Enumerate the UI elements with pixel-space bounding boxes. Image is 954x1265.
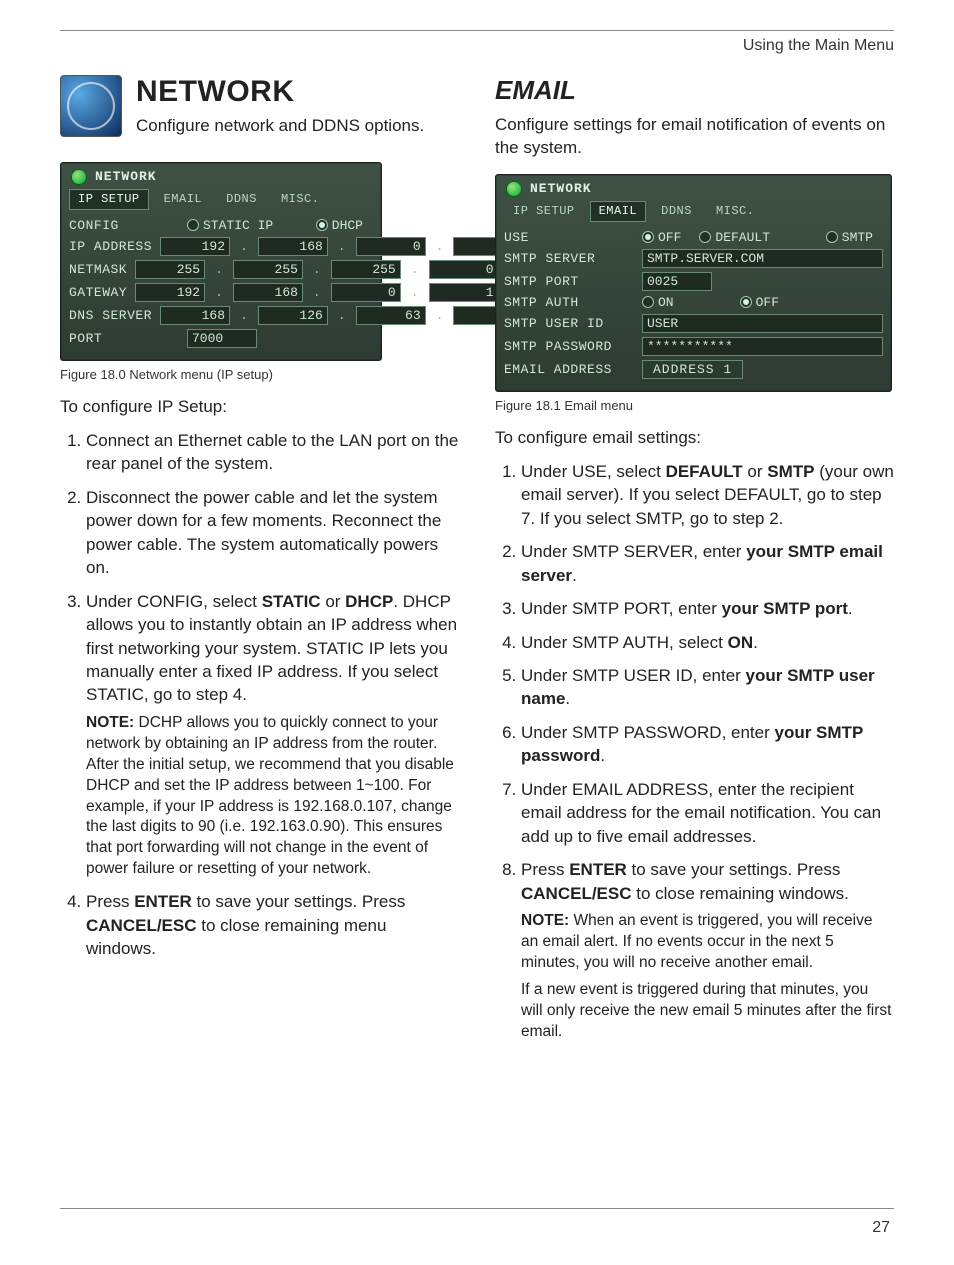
auth-on-radio[interactable]: ON xyxy=(642,295,674,310)
tab-misc[interactable]: MISC. xyxy=(707,201,764,222)
list-item: Connect an Ethernet cable to the LAN por… xyxy=(86,429,459,476)
left-column: NETWORK Configure network and DDNS optio… xyxy=(60,75,459,1053)
ip-octet[interactable]: 168 xyxy=(258,237,328,256)
list-item: Under SMTP USER ID, enter your SMTP user… xyxy=(521,664,894,711)
tab-ddns[interactable]: DDNS xyxy=(217,189,266,210)
list-item: Under SMTP SERVER, enter your SMTP email… xyxy=(521,540,894,587)
tab-email[interactable]: EMAIL xyxy=(155,189,212,210)
use-smtp-radio[interactable]: SMTP xyxy=(826,230,873,245)
list-item: Under USE, select DEFAULT or SMTP (your … xyxy=(521,460,894,530)
right-lead: To configure email settings: xyxy=(495,427,894,450)
list-item: Disconnect the power cable and let the s… xyxy=(86,486,459,580)
netmask-label: NETMASK xyxy=(69,262,127,277)
network-menu-screenshot: NETWORK IP SETUP EMAIL DDNS MISC. CONFIG… xyxy=(60,162,382,361)
left-lead: To configure IP Setup: xyxy=(60,396,459,419)
right-column: EMAIL Configure settings for email notif… xyxy=(495,75,894,1053)
tab-misc[interactable]: MISC. xyxy=(272,189,329,210)
address1-button[interactable]: ADDRESS 1 xyxy=(642,360,743,379)
tab-ip-setup[interactable]: IP SETUP xyxy=(504,201,584,222)
static-ip-radio[interactable]: STATIC IP xyxy=(187,218,273,233)
port-field[interactable]: 7000 xyxy=(187,329,257,348)
email-menu-screenshot: NETWORK IP SETUP EMAIL DDNS MISC. USE OF… xyxy=(495,174,892,392)
menu-title: NETWORK xyxy=(95,169,157,184)
port-label: PORT xyxy=(69,331,179,346)
smtp-port-field[interactable]: 0025 xyxy=(642,272,712,291)
email-heading: EMAIL xyxy=(495,75,894,106)
menu-logo-icon xyxy=(506,181,522,197)
email-steps: Under USE, select DEFAULT or SMTP (your … xyxy=(495,460,894,1043)
email-intro: Configure settings for email notificatio… xyxy=(495,114,894,160)
figure-caption-right: Figure 18.1 Email menu xyxy=(495,398,894,413)
menu-title: NETWORK xyxy=(530,181,592,196)
ip-octet[interactable]: 192 xyxy=(160,237,230,256)
list-item: Under CONFIG, select STATIC or DHCP. DHC… xyxy=(86,590,459,881)
gateway-label: GATEWAY xyxy=(69,285,127,300)
figure-caption-left: Figure 18.0 Network menu (IP setup) xyxy=(60,367,459,382)
list-item: Under EMAIL ADDRESS, enter the recipient… xyxy=(521,778,894,848)
email-address-label: EMAIL ADDRESS xyxy=(504,362,634,377)
ip-setup-steps: Connect an Ethernet cable to the LAN por… xyxy=(60,429,459,961)
smtp-user-label: SMTP USER ID xyxy=(504,316,634,331)
tab-ddns[interactable]: DDNS xyxy=(652,201,701,222)
network-globe-icon xyxy=(60,75,122,137)
dhcp-radio[interactable]: DHCP xyxy=(316,218,363,233)
smtp-auth-label: SMTP AUTH xyxy=(504,295,634,310)
smtp-pass-label: SMTP PASSWORD xyxy=(504,339,634,354)
network-intro: Configure network and DDNS options. xyxy=(136,115,424,138)
list-item: Under SMTP PASSWORD, enter your SMTP pas… xyxy=(521,721,894,768)
dns-label: DNS SERVER xyxy=(69,308,152,323)
network-heading: NETWORK xyxy=(136,75,424,109)
config-label: CONFIG xyxy=(69,218,179,233)
tab-ip-setup[interactable]: IP SETUP xyxy=(69,189,149,210)
smtp-pass-field[interactable]: *********** xyxy=(642,337,883,356)
use-off-radio[interactable]: OFF xyxy=(642,230,681,245)
page-number: 27 xyxy=(872,1219,890,1237)
menu-logo-icon xyxy=(71,169,87,185)
ip-address-label: IP ADDRESS xyxy=(69,239,152,254)
smtp-user-field[interactable]: USER xyxy=(642,314,883,333)
use-label: USE xyxy=(504,230,634,245)
smtp-server-label: SMTP SERVER xyxy=(504,251,634,266)
smtp-port-label: SMTP PORT xyxy=(504,274,634,289)
use-default-radio[interactable]: DEFAULT xyxy=(699,230,770,245)
list-item: Under SMTP PORT, enter your SMTP port. xyxy=(521,597,894,620)
tab-email[interactable]: EMAIL xyxy=(590,201,647,222)
list-item: Under SMTP AUTH, select ON. xyxy=(521,631,894,654)
list-item: Press ENTER to save your settings. Press… xyxy=(86,890,459,960)
running-header: Using the Main Menu xyxy=(0,31,894,55)
auth-off-radio[interactable]: OFF xyxy=(740,295,779,310)
ip-octet[interactable]: 0 xyxy=(356,237,426,256)
smtp-server-field[interactable]: SMTP.SERVER.COM xyxy=(642,249,883,268)
list-item: Press ENTER to save your settings. Press… xyxy=(521,858,894,1042)
